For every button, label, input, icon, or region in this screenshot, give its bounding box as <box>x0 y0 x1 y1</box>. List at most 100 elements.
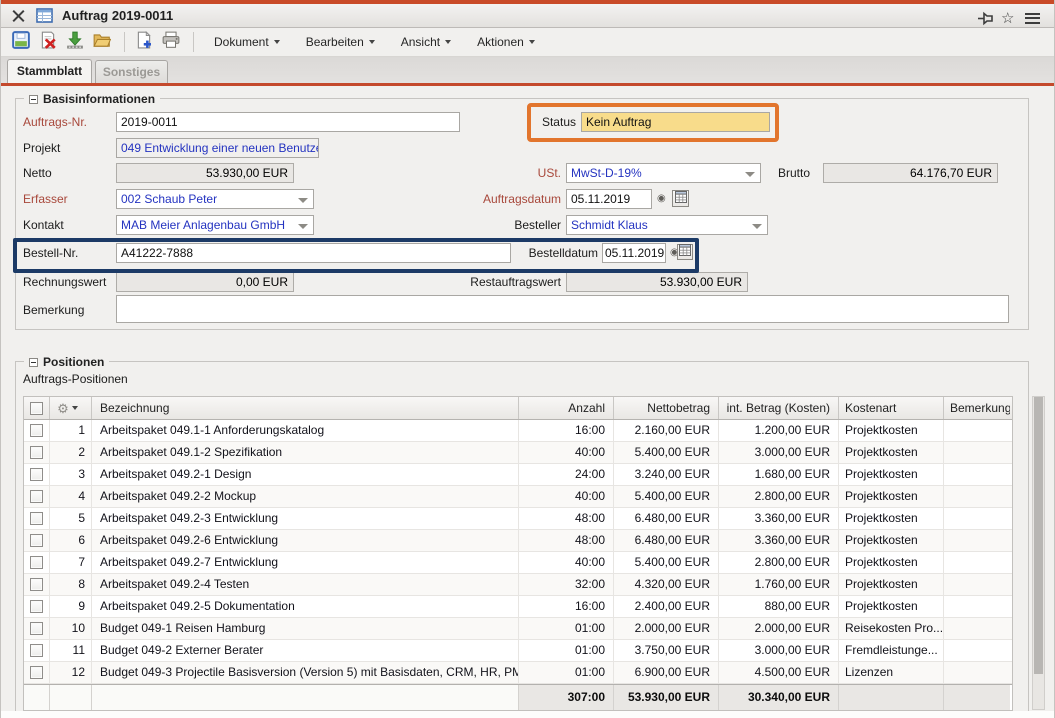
table-row[interactable]: 4 Arbeitspaket 049.2-2 Mockup 40:00 5.40… <box>24 486 1012 508</box>
date-clear-icon[interactable]: ◉ <box>657 192 666 206</box>
row-bezeichnung[interactable]: Arbeitspaket 049.1-2 Spezifikation <box>92 442 519 463</box>
kontakt-select[interactable]: MAB Meier Anlagenbau GmbH <box>116 215 314 235</box>
besteller-select[interactable]: Schmidt Klaus <box>566 215 768 235</box>
kontakt-label: Kontakt <box>23 215 113 235</box>
status-field[interactable]: Kein Auftrag <box>581 112 770 132</box>
table-row[interactable]: 12 Budget 049-3 Projectile Basisversion … <box>24 662 1012 684</box>
delete-button[interactable] <box>36 30 60 54</box>
tab-accent-rule <box>1 83 1055 86</box>
row-bezeichnung[interactable]: Arbeitspaket 049.2-3 Entwicklung <box>92 508 519 529</box>
row-number[interactable]: 5 <box>50 508 92 529</box>
select-all-checkbox[interactable] <box>30 402 43 415</box>
row-bezeichnung[interactable]: Arbeitspaket 049.2-7 Entwicklung <box>92 552 519 573</box>
row-checkbox[interactable] <box>30 490 43 503</box>
erfasser-select[interactable]: 002 Schaub Peter <box>116 189 314 209</box>
row-checkbox[interactable] <box>30 468 43 481</box>
new-document-button[interactable] <box>132 30 156 54</box>
row-bezeichnung[interactable]: Arbeitspaket 049.2-6 Entwicklung <box>92 530 519 551</box>
projekt-field[interactable]: 049 Entwicklung einer neuen Benutze <box>116 138 319 158</box>
menu-bearbeiten[interactable]: Bearbeiten <box>293 28 388 57</box>
import-button[interactable] <box>63 30 87 54</box>
row-checkbox[interactable] <box>30 666 43 679</box>
row-anzahl: 48:00 <box>519 508 614 529</box>
table-row[interactable]: 7 Arbeitspaket 049.2-7 Entwicklung 40:00… <box>24 552 1012 574</box>
table-row[interactable]: 1 Arbeitspaket 049.1-1 Anforderungskatal… <box>24 420 1012 442</box>
menu-dokument[interactable]: Dokument <box>201 28 293 57</box>
star-icon[interactable]: ☆ <box>1001 8 1014 28</box>
ust-select[interactable]: MwSt-D-19% <box>566 163 761 183</box>
close-icon[interactable] <box>11 8 26 23</box>
row-number[interactable]: 1 <box>50 420 92 441</box>
menu-ansicht[interactable]: Ansicht <box>388 28 464 57</box>
select-all-checkbox-cell <box>24 397 50 419</box>
row-number[interactable]: 7 <box>50 552 92 573</box>
import-icon <box>66 31 84 54</box>
window-title: Auftrag 2019-0011 <box>62 8 173 23</box>
row-checkbox-cell <box>24 442 50 463</box>
auftrags-nr-field[interactable]: 2019-0011 <box>116 112 460 132</box>
row-bezeichnung[interactable]: Arbeitspaket 049.1-1 Anforderungskatalog <box>92 420 519 441</box>
row-bezeichnung[interactable]: Arbeitspaket 049.2-4 Testen <box>92 574 519 595</box>
bemerkung-field[interactable] <box>116 295 1009 323</box>
row-checkbox[interactable] <box>30 578 43 591</box>
row-number[interactable]: 10 <box>50 618 92 639</box>
row-checkbox[interactable] <box>30 534 43 547</box>
row-nettobetrag: 3.240,00 EUR <box>614 464 719 485</box>
row-number[interactable]: 2 <box>50 442 92 463</box>
print-button[interactable] <box>159 30 183 54</box>
row-bezeichnung[interactable]: Budget 049-1 Reisen Hamburg <box>92 618 519 639</box>
bestell-nr-field[interactable]: A41222-7888 <box>116 243 511 263</box>
row-number[interactable]: 4 <box>50 486 92 507</box>
tab-sonstiges[interactable]: Sonstiges <box>95 60 168 83</box>
col-header-anzahl[interactable]: Anzahl <box>519 397 614 419</box>
row-bezeichnung[interactable]: Arbeitspaket 049.2-5 Dokumentation <box>92 596 519 617</box>
table-row[interactable]: 8 Arbeitspaket 049.2-4 Testen 32:00 4.32… <box>24 574 1012 596</box>
col-header-nettobetrag[interactable]: Nettobetrag <box>614 397 719 419</box>
col-header-bezeichnung[interactable]: Bezeichnung <box>92 397 519 419</box>
collapse-icon[interactable] <box>29 95 38 104</box>
table-row[interactable]: 2 Arbeitspaket 049.1-2 Spezifikation 40:… <box>24 442 1012 464</box>
row-bezeichnung[interactable]: Budget 049-3 Projectile Basisversion (Ve… <box>92 662 519 683</box>
table-row[interactable]: 6 Arbeitspaket 049.2-6 Entwicklung 48:00… <box>24 530 1012 552</box>
column-settings-button[interactable]: ⚙ <box>50 397 92 419</box>
row-bemerkung <box>944 618 1010 639</box>
calendar-button[interactable] <box>672 190 689 207</box>
row-number[interactable]: 9 <box>50 596 92 617</box>
row-number[interactable]: 6 <box>50 530 92 551</box>
bestelldatum-field[interactable]: 05.11.2019 <box>602 243 666 263</box>
row-checkbox[interactable] <box>30 556 43 569</box>
col-header-kostenart[interactable]: Kostenart <box>839 397 944 419</box>
row-number[interactable]: 12 <box>50 662 92 683</box>
row-number[interactable]: 3 <box>50 464 92 485</box>
row-bezeichnung[interactable]: Budget 049-2 Externer Berater <box>92 640 519 661</box>
row-bezeichnung[interactable]: Arbeitspaket 049.2-1 Design <box>92 464 519 485</box>
table-row[interactable]: 10 Budget 049-1 Reisen Hamburg 01:00 2.0… <box>24 618 1012 640</box>
row-checkbox[interactable] <box>30 446 43 459</box>
open-folder-button[interactable] <box>90 30 114 54</box>
row-number[interactable]: 11 <box>50 640 92 661</box>
row-checkbox[interactable] <box>30 644 43 657</box>
table-row[interactable]: 11 Budget 049-2 Externer Berater 01:00 3… <box>24 640 1012 662</box>
pin-icon[interactable] <box>977 8 994 28</box>
table-row[interactable]: 9 Arbeitspaket 049.2-5 Dokumentation 16:… <box>24 596 1012 618</box>
menu-icon[interactable] <box>1025 8 1040 28</box>
calendar-button[interactable] <box>677 244 693 260</box>
col-header-bemerkung[interactable]: Bemerkung <box>944 397 1010 419</box>
row-checkbox[interactable] <box>30 600 43 613</box>
collapse-icon[interactable] <box>29 358 38 367</box>
row-checkbox-cell <box>24 618 50 639</box>
row-checkbox[interactable] <box>30 424 43 437</box>
save-button[interactable] <box>9 30 33 54</box>
auftragsdatum-field[interactable]: 05.11.2019 <box>566 189 652 209</box>
table-row[interactable]: 3 Arbeitspaket 049.2-1 Design 24:00 3.24… <box>24 464 1012 486</box>
row-bezeichnung[interactable]: Arbeitspaket 049.2-2 Mockup <box>92 486 519 507</box>
menu-aktionen[interactable]: Aktionen <box>464 28 548 57</box>
row-checkbox[interactable] <box>30 622 43 635</box>
tab-stammblatt[interactable]: Stammblatt <box>7 59 92 83</box>
row-number[interactable]: 8 <box>50 574 92 595</box>
vertical-scrollbar[interactable] <box>1032 396 1045 710</box>
col-header-int-betrag[interactable]: int. Betrag (Kosten) <box>719 397 839 419</box>
row-checkbox[interactable] <box>30 512 43 525</box>
scrollbar-thumb[interactable] <box>1034 397 1043 674</box>
table-row[interactable]: 5 Arbeitspaket 049.2-3 Entwicklung 48:00… <box>24 508 1012 530</box>
